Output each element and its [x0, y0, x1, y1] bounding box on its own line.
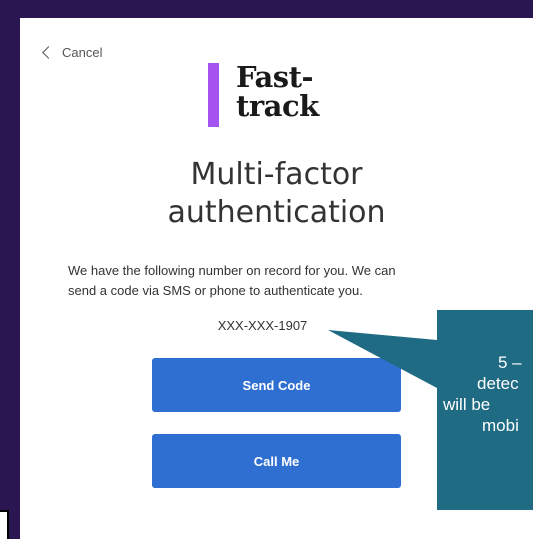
- page-title: Multi-factor authentication: [20, 156, 533, 232]
- description-text: We have the following number on record f…: [68, 261, 488, 301]
- page-title-line-2: authentication: [167, 195, 386, 230]
- send-code-button[interactable]: Send Code: [152, 358, 401, 412]
- fast-track-logo: Fast- track: [208, 63, 319, 127]
- cancel-link[interactable]: Cancel: [42, 45, 102, 60]
- chevron-left-icon: [42, 46, 55, 59]
- corner-bracket: [0, 510, 9, 539]
- description-line-2: send a code via SMS or phone to authenti…: [68, 283, 363, 298]
- callout-line-1: 5 –: [498, 353, 522, 372]
- call-me-button[interactable]: Call Me: [152, 434, 401, 488]
- logo-accent-bar: [208, 63, 219, 127]
- logo-line-2: track: [236, 89, 319, 123]
- callout-line-3: will be: [443, 395, 491, 414]
- logo-line-1: Fast-: [236, 60, 314, 94]
- annotation-callout: 5 – detec will be mobi: [437, 310, 533, 510]
- cancel-label: Cancel: [62, 45, 103, 60]
- description-line-1: We have the following number on record f…: [68, 263, 396, 278]
- logo-wordmark: Fast- track: [236, 63, 319, 121]
- callout-line-2: detec: [477, 374, 519, 393]
- page-title-line-1: Multi-factor: [190, 157, 363, 192]
- callout-line-4: mobi: [482, 416, 519, 435]
